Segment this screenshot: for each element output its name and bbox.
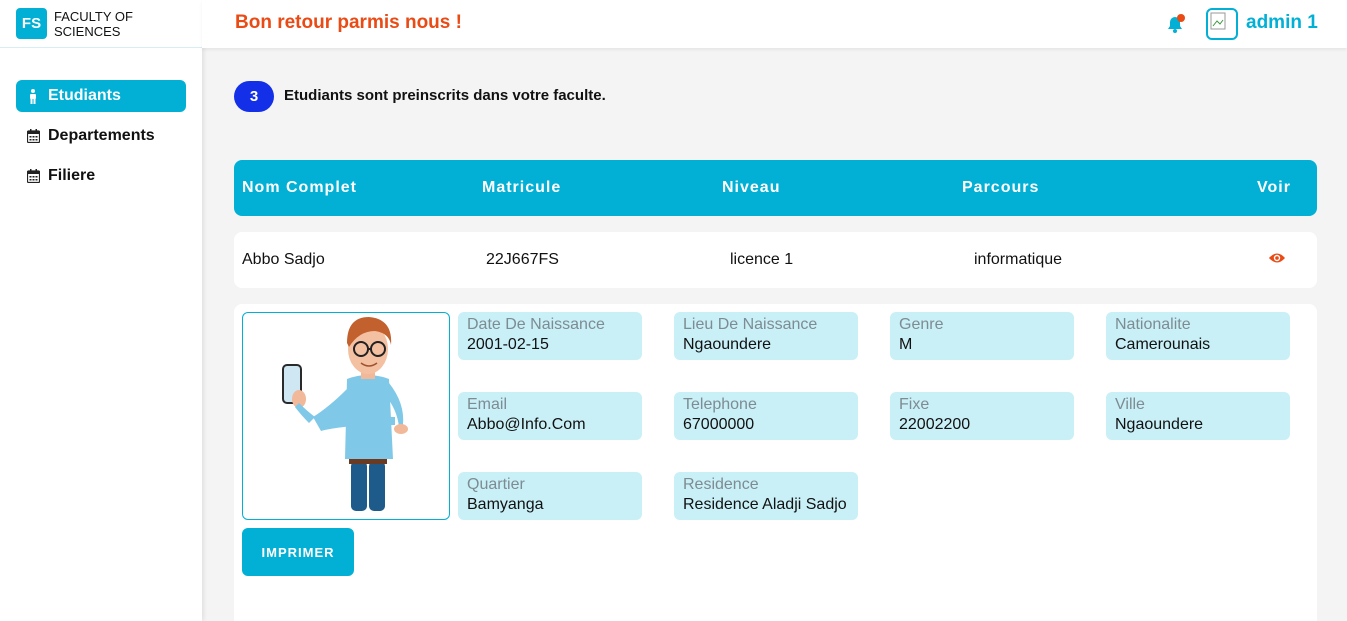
calendar-icon xyxy=(26,128,40,144)
field-label: Date De Naissance xyxy=(467,316,605,333)
notification-bell-icon[interactable] xyxy=(1164,13,1186,35)
field-value: M xyxy=(899,336,913,353)
field-value: 22002200 xyxy=(899,416,971,433)
cell-matricule: 22J667FS xyxy=(486,251,559,268)
column-header-matricule[interactable]: Matricule xyxy=(482,179,561,197)
print-button[interactable]: IMPRIMER xyxy=(242,528,354,576)
avatar[interactable] xyxy=(1206,8,1238,40)
student-count-badge: 3 xyxy=(234,81,274,112)
field-label: Telephone xyxy=(683,396,757,413)
student-photo xyxy=(242,312,450,520)
column-header-nom[interactable]: Nom Complet xyxy=(242,179,357,197)
brand-logo: FS xyxy=(16,8,47,39)
field-genre: Genre M xyxy=(890,312,1074,360)
cell-nom: Abbo Sadjo xyxy=(242,251,325,268)
table-header: Nom Complet Matricule Niveau Parcours Vo… xyxy=(234,160,1317,216)
user-name[interactable]: admin 1 xyxy=(1246,12,1318,34)
field-fixe: Fixe 22002200 xyxy=(890,392,1074,440)
sidebar-item-label: Departements xyxy=(48,127,155,144)
sidebar-item-filiere[interactable]: Filiere xyxy=(16,160,186,192)
sidebar-item-label: Filiere xyxy=(48,167,96,184)
field-email: Email Abbo@Info.Com xyxy=(458,392,642,440)
field-ville: Ville Ngaoundere xyxy=(1106,392,1290,440)
field-value: Camerounais xyxy=(1115,336,1211,353)
field-value: Residence Aladji Sadjo xyxy=(683,496,847,513)
sidebar-item-departements[interactable]: Departements xyxy=(16,120,186,152)
field-label: Quartier xyxy=(467,476,525,493)
field-label: Fixe xyxy=(899,396,930,413)
column-header-voir[interactable]: Voir xyxy=(1257,179,1291,197)
field-nationalite: Nationalite Camerounais xyxy=(1106,312,1290,360)
column-header-parcours[interactable]: Parcours xyxy=(962,179,1039,197)
column-header-niveau[interactable]: Niveau xyxy=(722,179,780,197)
view-eye-icon[interactable] xyxy=(1268,251,1286,265)
field-label: Ville xyxy=(1115,396,1145,413)
cell-niveau: licence 1 xyxy=(730,251,794,268)
field-residence: Residence Residence Aladji Sadjo xyxy=(674,472,858,520)
field-label: Genre xyxy=(899,316,944,333)
field-value: Ngaoundere xyxy=(1115,416,1204,433)
student-detail-panel: Date De Naissance 2001-02-15 Lieu De Nai… xyxy=(234,304,1317,621)
field-label: Lieu De Naissance xyxy=(683,316,818,333)
table-row[interactable]: Abbo Sadjo 22J667FS licence 1 informatiq… xyxy=(234,232,1317,288)
sidebar: FS FACULTY OF SCIENCES Etudiants Departe… xyxy=(0,0,202,621)
top-header: Bon retour parmis nous ! admin 1 xyxy=(202,0,1347,48)
calendar-icon xyxy=(26,168,40,184)
field-value: 67000000 xyxy=(683,416,755,433)
field-label: Nationalite xyxy=(1115,316,1191,333)
field-label: Residence xyxy=(683,476,759,493)
person-icon xyxy=(26,88,40,104)
sidebar-nav: Etudiants Departements Filiere xyxy=(0,48,202,192)
field-lieu-naissance: Lieu De Naissance Ngaoundere xyxy=(674,312,858,360)
sidebar-item-etudiants[interactable]: Etudiants xyxy=(16,80,186,112)
sidebar-item-label: Etudiants xyxy=(48,87,121,104)
field-value: 2001-02-15 xyxy=(467,336,549,353)
field-label: Email xyxy=(467,396,508,413)
field-date-naissance: Date De Naissance 2001-02-15 xyxy=(458,312,642,360)
cell-parcours: informatique xyxy=(974,251,1063,268)
student-count-text: Etudiants sont preinscrits dans votre fa… xyxy=(284,87,606,104)
brand[interactable]: FS FACULTY OF SCIENCES xyxy=(0,0,202,48)
welcome-message: Bon retour parmis nous ! xyxy=(235,12,462,33)
field-quartier: Quartier Bamyanga xyxy=(458,472,642,520)
field-telephone: Telephone 67000000 xyxy=(674,392,858,440)
field-value: Bamyanga xyxy=(467,496,544,513)
field-value: Ngaoundere xyxy=(683,336,772,353)
field-value: Abbo@Info.Com xyxy=(467,416,586,433)
brand-name: FACULTY OF SCIENCES xyxy=(54,8,133,39)
